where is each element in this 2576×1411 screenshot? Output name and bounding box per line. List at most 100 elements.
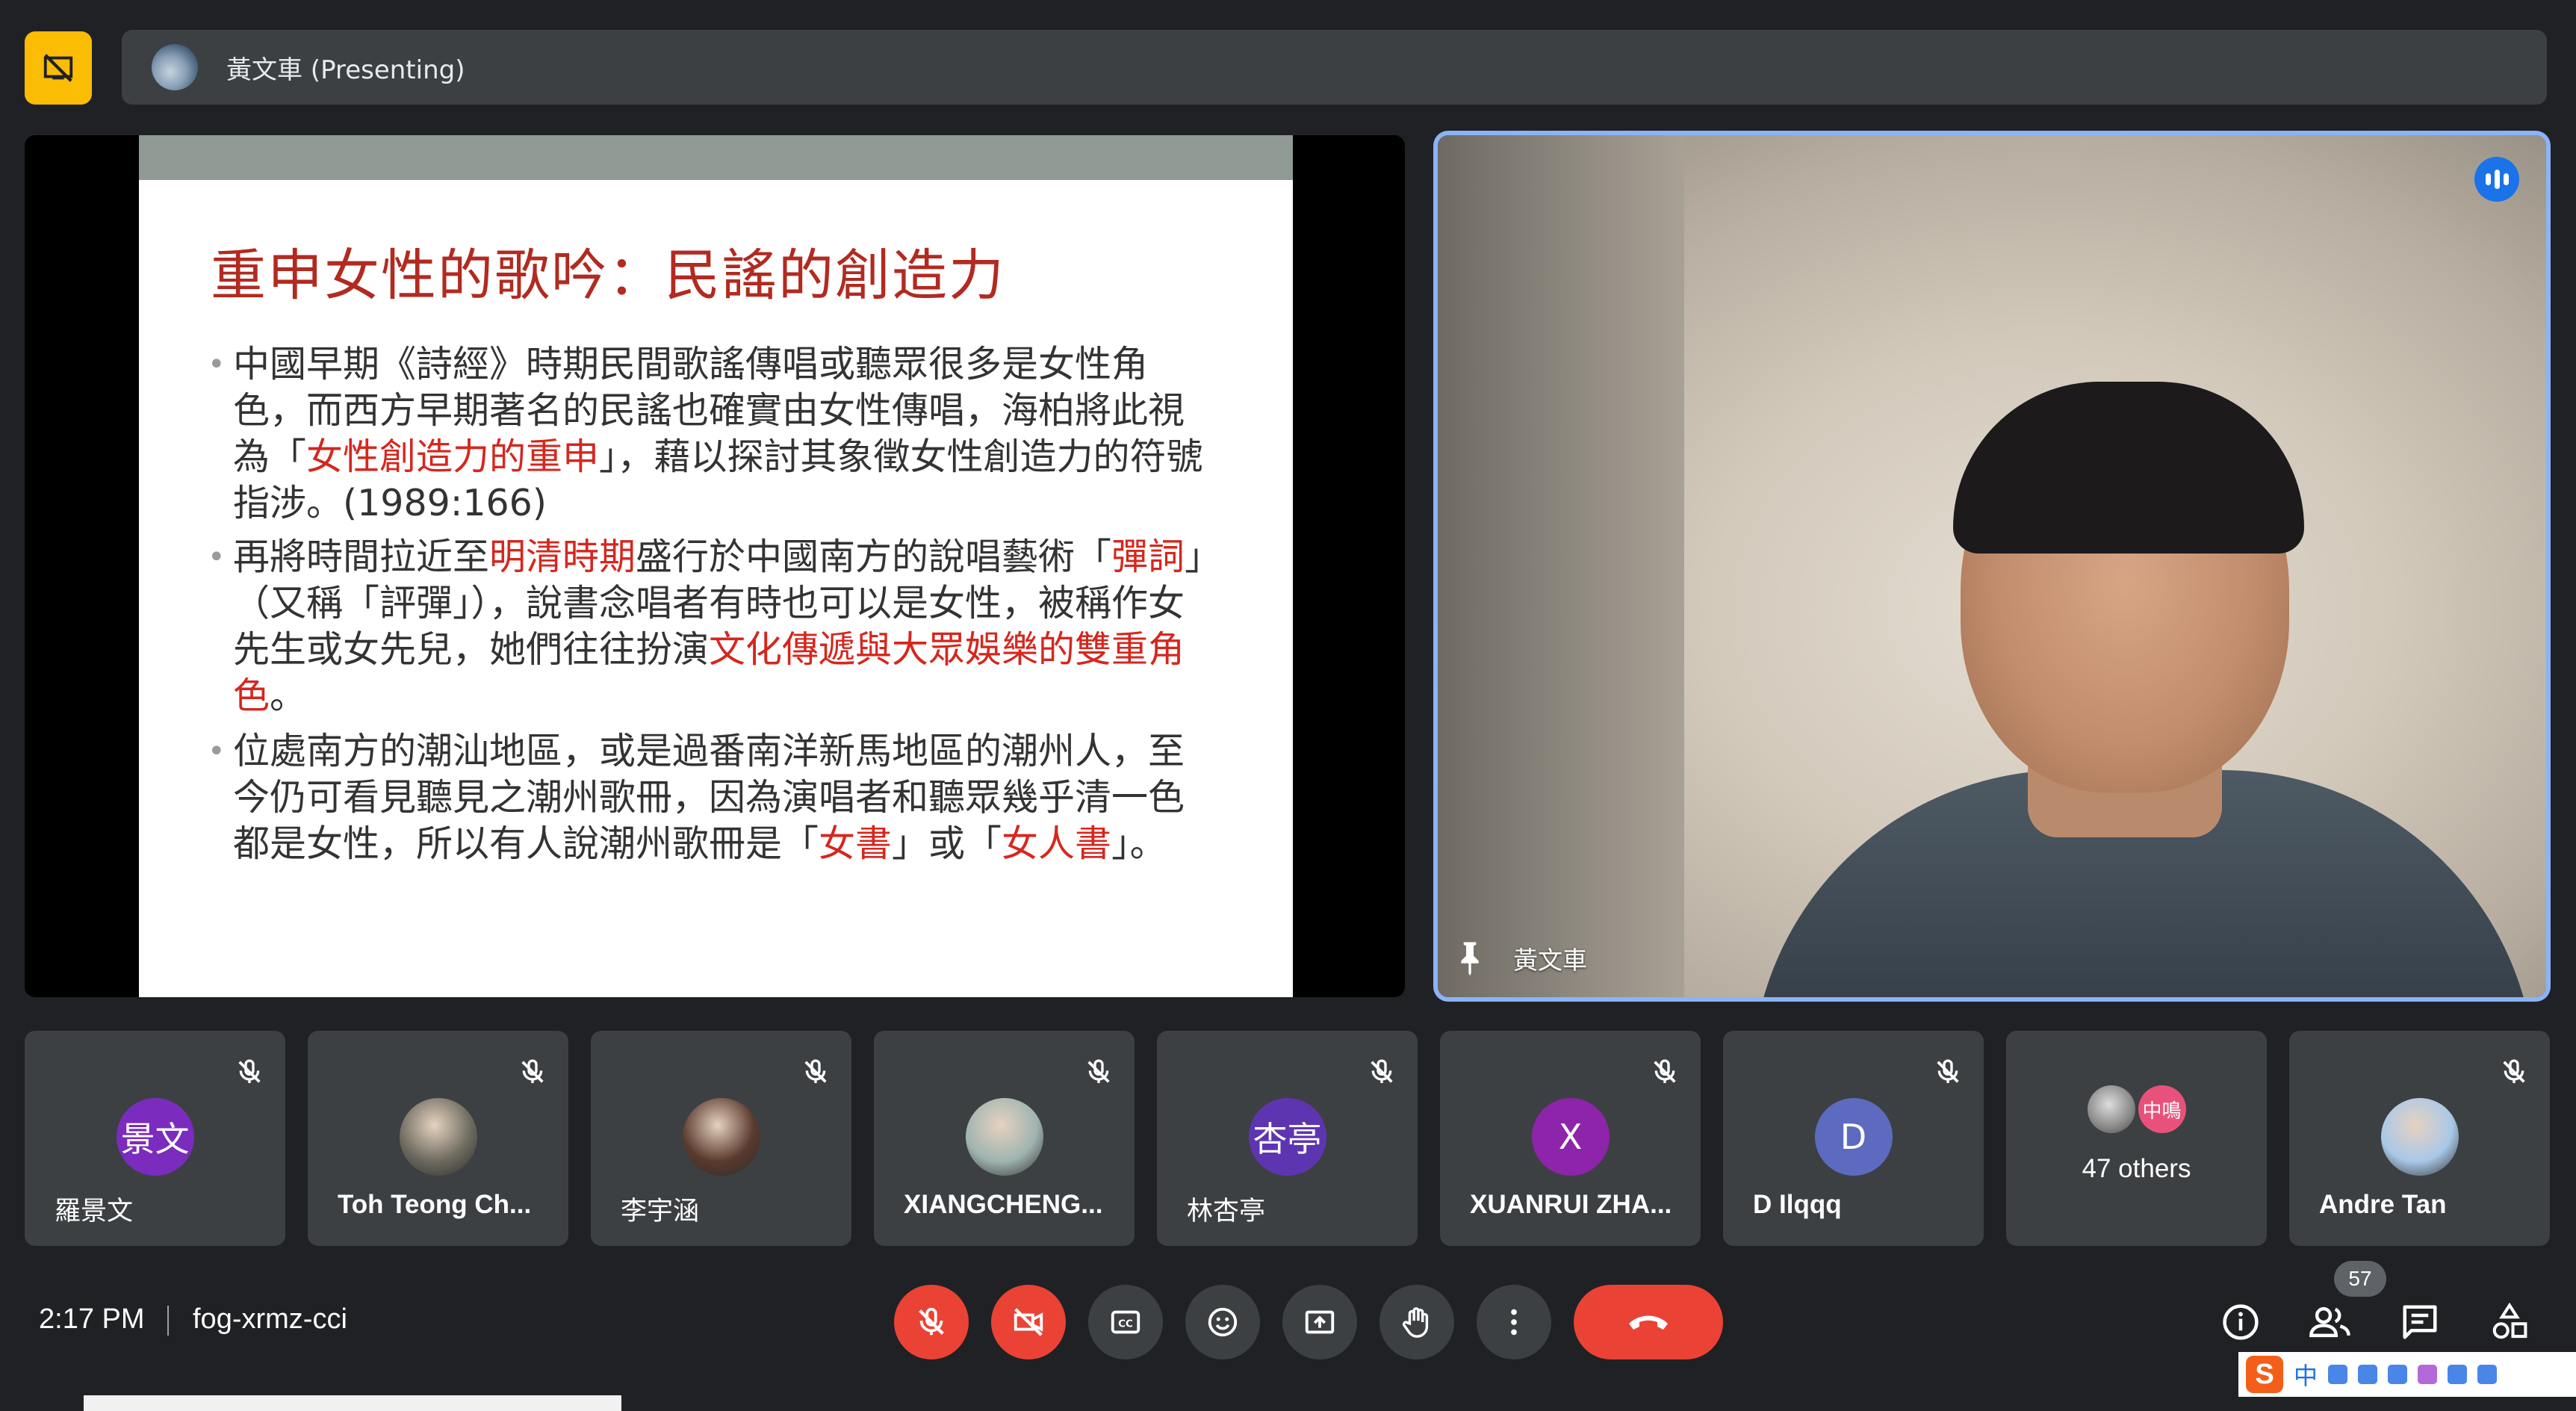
bullet-text: 再將時間拉近至 [233,536,490,578]
main-speaker-video[interactable] [1438,135,2546,997]
raise-hand-button[interactable] [1379,1285,1454,1359]
participant-name: Andre Tan [2319,1190,2447,1219]
mic-off-icon [801,1057,831,1087]
participant-name: 47 others [2082,1154,2191,1183]
speaking-indicator-icon [2474,157,2519,202]
others-tile[interactable]: 中鳴 47 others [2006,1031,2267,1246]
bullet-text: 」。 [1111,822,1167,865]
presentation-slide: 重申女性的歌吟：民謠的創造力 • 中國早期《詩經》時期民間歌謠傳唱或聽眾很多是女… [139,135,1293,997]
voice-icon[interactable] [2358,1365,2378,1384]
mic-off-icon [1084,1057,1114,1087]
reactions-button[interactable] [1185,1285,1260,1359]
main-video-name: 黃文車 [1513,946,1587,975]
slide-bullet-2: • 再將時間拉近至明清時期盛行於中國南方的說唱藝術「彈詞」（又稱「評彈」），說書… [208,534,1204,719]
stop-presenting-button[interactable] [25,31,92,105]
toolbox-icon[interactable] [2448,1365,2468,1384]
participant-tile[interactable]: Toh Teong Ch... [308,1031,568,1246]
presenting-bar[interactable]: 黃文車 (Presenting) [122,30,2547,105]
mic-off-icon [2499,1057,2529,1087]
participant-tile[interactable]: 李宇涵 [591,1031,851,1246]
mic-off-icon [919,1307,944,1336]
bullet-highlight: 女性創造力的重申 [306,435,600,478]
participant-tile[interactable]: 杏亭林杏亭 [1157,1031,1418,1246]
participant-name: 李宇涵 [621,1197,700,1227]
avatar-photo [399,1098,477,1176]
avatar-photo [682,1098,760,1176]
grid-icon[interactable] [2477,1365,2498,1384]
participant-tile[interactable]: 景文 羅景文 [25,1031,285,1246]
presenter-avatar [152,44,198,90]
avatar: 杏亭 [1248,1098,1326,1176]
mic-off-icon [1367,1057,1397,1087]
bullet-text: 。 [270,675,307,717]
bullet-dot: • [208,734,226,769]
mic-off-icon [518,1057,547,1087]
chat-icon [2403,1305,2437,1339]
captions-button[interactable]: CC [1088,1285,1163,1359]
participant-tile[interactable]: Andre Tan [2289,1031,2550,1246]
participant-tile[interactable]: X XUANRUI ZHA... [1440,1031,1701,1246]
mic-off-icon [235,1057,264,1087]
captions-icon: CC [1111,1310,1140,1334]
main-video-label: 黃文車 [1455,940,1587,977]
presenting-label: 黃文車 (Presenting) [226,55,465,85]
svg-text:CC: CC [1118,1319,1133,1330]
end-call-icon [1629,1315,1668,1330]
bullet-text: 」或「 [892,822,1002,865]
taskbar-thumbnail[interactable] [84,1395,621,1411]
slide-title: 重申女性的歌吟：民謠的創造力 [211,244,1005,308]
participant-name: 林杏亭 [1187,1197,1266,1227]
more-options-icon [1511,1309,1517,1336]
ime-toolbar[interactable]: S 中 [2238,1352,2576,1397]
avatar: 中鳴 [2138,1085,2186,1133]
keyboard-icon[interactable] [2388,1365,2408,1384]
punctuation-icon[interactable] [2328,1365,2348,1384]
avatar: D [1814,1098,1893,1176]
activities-icon [2492,1302,2527,1339]
chat-button[interactable] [2394,1296,2446,1348]
present-now-button[interactable] [1282,1285,1357,1359]
people-button[interactable] [2304,1296,2356,1348]
clock: 2:17 PM [39,1303,145,1335]
stop-presenting-icon [43,54,73,82]
avatar-photo [2087,1085,2135,1133]
mic-toggle-button[interactable] [894,1285,969,1359]
skin-icon[interactable] [2418,1365,2438,1384]
bullet-highlight: 女人書 [1002,822,1112,865]
others-avatars: 中鳴 [2085,1083,2189,1135]
divider [167,1306,169,1336]
leave-call-button[interactable] [1574,1285,1723,1359]
speaker-hair [1953,382,2304,553]
avatar-photo [2380,1098,2459,1176]
participant-tile[interactable]: D D Ilqqq [1723,1031,1984,1246]
activities-button[interactable] [2483,1296,2536,1348]
meeting-details-button[interactable] [2215,1296,2267,1348]
pin-icon[interactable] [1455,940,1485,977]
more-options-button[interactable] [1477,1285,1551,1359]
ime-logo: S [2246,1356,2283,1393]
present-screen-icon [1305,1310,1335,1334]
raise-hand-icon [1402,1307,1429,1338]
ime-mode[interactable]: 中 [2294,1357,2318,1392]
avatar-photo [965,1098,1043,1176]
slide-bullet-1: • 中國早期《詩經》時期民間歌謠傳唱或聽眾很多是女性角色，而西方早期著名的民謠也… [208,341,1204,527]
participant-tile[interactable]: XIANGCHENG... [874,1031,1135,1246]
camera-off-icon [1014,1308,1043,1336]
participant-name: XIANGCHENG... [904,1190,1103,1219]
bullet-text: 盛行於中國南方的說唱藝術「 [636,536,1112,578]
participant-name: D Ilqqq [1753,1190,1842,1219]
bullet-dot: • [208,347,226,382]
slide-header-band [139,135,1293,180]
bullet-highlight: 明清時期 [489,536,636,578]
people-icon [2309,1306,2350,1338]
bullet-highlight: 彈詞 [1111,536,1185,578]
emoji-icon [1208,1307,1238,1337]
bullet-dot: • [208,540,226,574]
bullet-highlight: 女書 [819,822,893,865]
camera-toggle-button[interactable] [991,1285,1066,1359]
video-background [1438,135,1684,997]
participant-name: 羅景文 [55,1197,134,1227]
avatar: X [1531,1098,1610,1176]
meeting-code[interactable]: fog-xrmz-cci [193,1303,347,1336]
slide-bullet-3: • 位處南方的潮汕地區，或是過番南洋新馬地區的潮州人，至今仍可看見聽見之潮州歌冊… [208,728,1204,867]
